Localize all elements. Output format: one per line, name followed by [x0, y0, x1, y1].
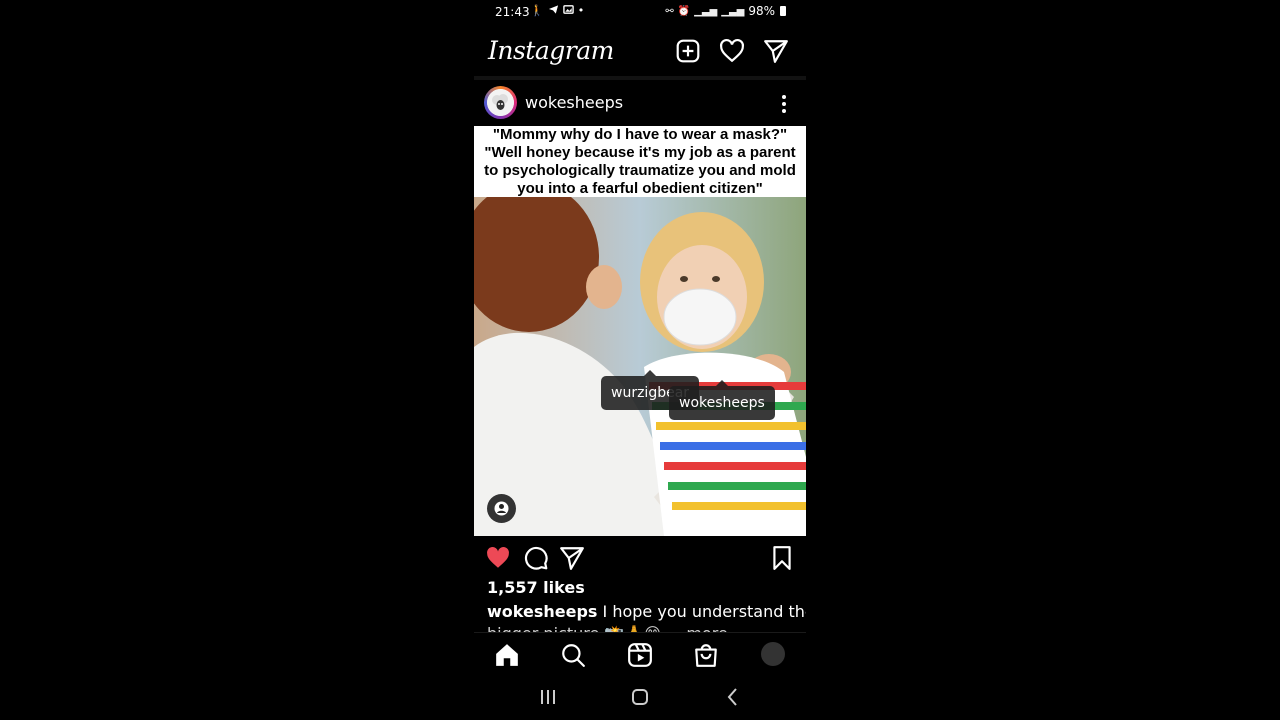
reels-icon[interactable] — [627, 642, 653, 668]
activity-heart-icon[interactable] — [719, 38, 745, 64]
post-image[interactable]: "Mommy why do I have to wear a mask?" "W… — [474, 126, 806, 536]
post-actions — [474, 540, 806, 576]
post-caption: wokesheeps I hope you understand the — [487, 602, 806, 621]
status-time: 21:43 — [495, 5, 530, 19]
system-navigation — [474, 676, 806, 720]
sheep-avatar-icon — [487, 89, 514, 116]
search-icon[interactable] — [560, 642, 586, 668]
share-icon[interactable] — [559, 545, 585, 571]
signal-4g-icon: ▁▃▅ — [694, 5, 718, 17]
bottom-navigation — [474, 632, 806, 677]
home-button-icon[interactable] — [629, 686, 651, 708]
tagged-users-button[interactable] — [487, 494, 516, 523]
instagram-logo[interactable]: Instagram — [488, 36, 614, 65]
home-icon[interactable] — [494, 642, 520, 668]
like-count[interactable]: 1,557 likes — [487, 578, 585, 597]
post-header: wokesheeps — [474, 82, 806, 126]
save-bookmark-icon[interactable] — [769, 545, 795, 571]
post-username[interactable]: wokesheeps — [525, 93, 623, 112]
dot-icon: • — [577, 4, 585, 17]
more-options-icon[interactable] — [776, 90, 792, 118]
person-icon — [494, 501, 509, 516]
caption-username[interactable]: wokesheeps — [487, 602, 597, 621]
status-bar: 21:43 🚶 • ⚯ ⏰ ▁▃▅ ▁▃▅ 98% — [474, 0, 806, 26]
avatar[interactable] — [487, 89, 514, 116]
phone-screen: 21:43 🚶 • ⚯ ⏰ ▁▃▅ ▁▃▅ 98% Instagram woke… — [474, 0, 806, 720]
recents-icon[interactable] — [537, 686, 559, 708]
battery-level: 98% — [748, 4, 775, 18]
app-header: Instagram — [474, 26, 806, 76]
header-divider — [474, 76, 806, 80]
meme-caption-line: "Mommy why do I have to wear a mask?" — [492, 126, 788, 143]
meme-caption: "Mommy why do I have to wear a mask?" "W… — [474, 126, 806, 197]
battery-icon — [780, 6, 786, 16]
liked-heart-icon[interactable] — [485, 545, 511, 571]
profile-avatar[interactable] — [761, 642, 785, 666]
meme-caption-line: "Well honey because it's my job as a par… — [484, 144, 796, 161]
signal-icon: ▁▃▅ — [721, 5, 745, 17]
walk-icon: 🚶 — [530, 4, 544, 17]
alarm-icon: ⏰ — [677, 5, 691, 17]
meme-caption-line: to psychologically traumatize you and mo… — [484, 162, 796, 179]
direct-message-icon[interactable] — [763, 38, 789, 64]
gallery-icon — [562, 5, 574, 14]
photo-mother-child-mask — [474, 197, 806, 536]
story-ring[interactable] — [484, 86, 517, 119]
meme-caption-line: you into a fearful obedient citizen" — [517, 180, 763, 197]
comment-icon[interactable] — [523, 545, 549, 571]
caption-text-cut: bigger picture 📸🙏😊 ... more — [487, 624, 728, 632]
shop-icon[interactable] — [693, 642, 719, 668]
link-icon: ⚯ — [665, 5, 674, 17]
caption-continued[interactable]: bigger picture 📸🙏😊 ... more — [487, 624, 728, 632]
back-icon[interactable] — [722, 686, 744, 708]
caption-text: I hope you understand the — [602, 602, 806, 621]
user-tag[interactable]: wokesheeps — [669, 380, 775, 420]
telegram-icon — [548, 5, 558, 14]
new-post-icon[interactable] — [675, 38, 701, 64]
